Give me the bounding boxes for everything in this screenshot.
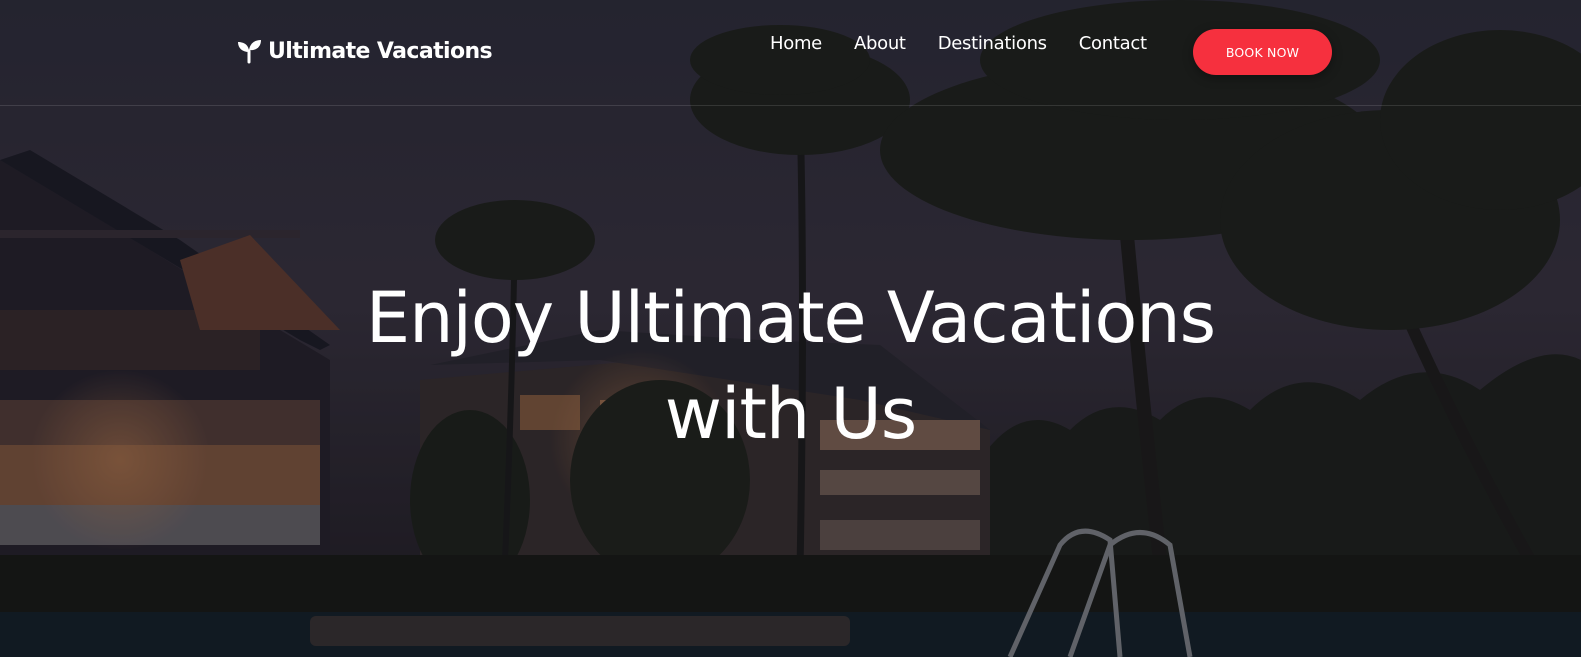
- book-now-button[interactable]: BOOK NOW: [1193, 29, 1332, 75]
- hero-title-line-2: with Us: [664, 373, 917, 455]
- hero-title: Enjoy Ultimate Vacations with Us: [240, 270, 1341, 462]
- nav-link-home[interactable]: Home: [770, 33, 822, 54]
- hero-title-line-1: Enjoy Ultimate Vacations: [365, 277, 1216, 359]
- brand-name: Ultimate Vacations: [268, 38, 493, 64]
- navbar: Ultimate Vacations Home About Destinatio…: [0, 0, 1581, 106]
- nav-link-about[interactable]: About: [854, 33, 906, 54]
- hero-section: Ultimate Vacations Home About Destinatio…: [0, 0, 1581, 657]
- brand-logo-link[interactable]: Ultimate Vacations: [236, 34, 493, 68]
- nav-menu: Home About Destinations Contact: [770, 33, 1179, 54]
- sprout-icon: [236, 38, 262, 64]
- nav-link-contact[interactable]: Contact: [1079, 33, 1147, 54]
- nav-link-destinations[interactable]: Destinations: [938, 33, 1047, 54]
